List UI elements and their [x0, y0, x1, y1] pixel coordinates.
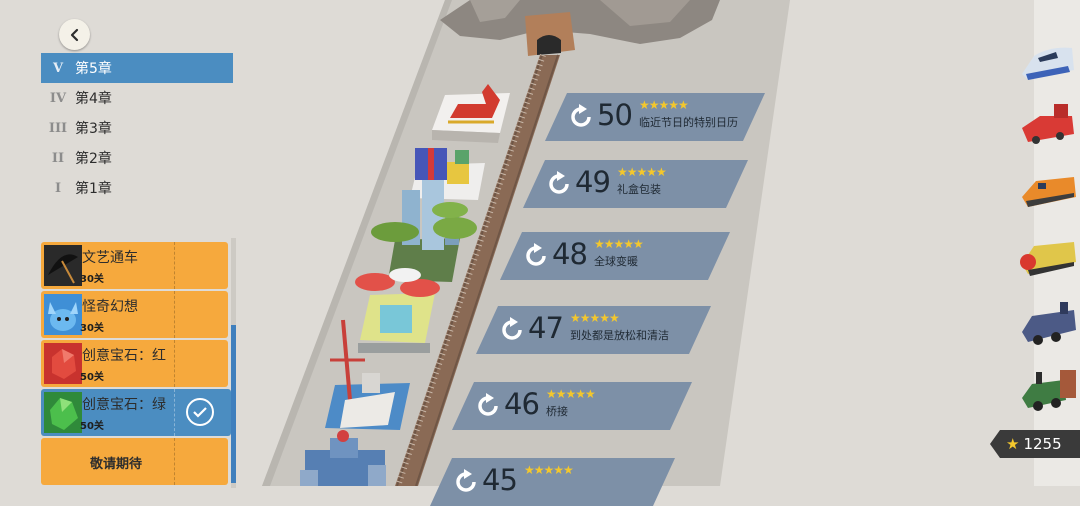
yellow-diesel-icon[interactable]	[1016, 230, 1080, 286]
chapter-list: V 第5章 IV 第4章 III 第3章 II 第2章 I 第1章	[41, 53, 233, 203]
level-number: 46	[504, 387, 539, 421]
level-number: 47	[528, 311, 563, 345]
pack-card[interactable]: 文艺通车 30关	[41, 242, 228, 289]
check-icon	[186, 398, 214, 426]
pack-level-count: 30关	[80, 323, 104, 334]
chapter-numeral: IV	[49, 90, 67, 106]
chapter-numeral: II	[51, 150, 65, 166]
chapter-1[interactable]: I 第1章	[41, 173, 233, 203]
star-total-badge: ★ 1255	[990, 430, 1080, 458]
level-name: 到处都是放松和清洁	[570, 329, 669, 342]
level-number: 49	[575, 165, 610, 199]
chapter-3[interactable]: III 第3章	[41, 113, 233, 143]
replay-arrow-icon	[474, 392, 502, 420]
ticket-divider	[174, 389, 175, 436]
chapter-5[interactable]: V 第5章	[41, 53, 233, 83]
level-banner-48[interactable]: 48 ★★★★★ 全球变暖	[500, 232, 730, 280]
replay-arrow-icon	[545, 170, 573, 198]
back-button[interactable]	[59, 19, 90, 50]
chapter-label: 第2章	[75, 151, 112, 167]
green-steam-icon[interactable]	[1016, 362, 1080, 418]
coming-soon-label: 敬请期待	[89, 457, 142, 472]
bullet-train-icon[interactable]	[1016, 34, 1080, 90]
chapter-numeral: V	[52, 60, 64, 76]
level-name: 临近节日的特别日历	[639, 116, 738, 129]
pack-card-coming-soon: 敬请期待	[41, 438, 228, 485]
ticket-divider	[174, 291, 175, 338]
ticket-divider	[174, 438, 175, 485]
level-name: 礼盒包装	[617, 183, 661, 196]
chapter-numeral: I	[54, 180, 62, 196]
replay-arrow-icon	[567, 103, 595, 131]
pack-name: 创意宝石：红	[82, 348, 166, 364]
ticket-divider	[174, 242, 175, 289]
umbrella-pack-icon	[44, 245, 82, 286]
monster-pack-icon	[44, 294, 82, 335]
level-stars: ★★★★★	[617, 165, 666, 179]
red-locomotive-icon[interactable]	[1016, 96, 1080, 152]
level-banner-46[interactable]: 46 ★★★★★ 桥接	[452, 382, 692, 430]
level-stars: ★★★★★	[524, 463, 573, 477]
scrollbar-thumb[interactable]	[231, 325, 236, 483]
ticket-divider	[174, 340, 175, 387]
chapter-2[interactable]: II 第2章	[41, 143, 233, 173]
chevron-left-icon	[70, 28, 78, 41]
level-name: 全球变暖	[594, 255, 638, 268]
level-number: 45	[482, 463, 517, 497]
level-stars: ★★★★★	[594, 237, 643, 251]
level-banner-49[interactable]: 49 ★★★★★ 礼盒包装	[523, 160, 748, 208]
star-icon: ★	[1006, 435, 1020, 453]
chapter-label: 第4章	[75, 91, 112, 107]
chapter-4[interactable]: IV 第4章	[41, 83, 233, 113]
orange-diesel-icon[interactable]	[1016, 163, 1080, 219]
level-number: 48	[552, 237, 587, 271]
level-stars: ★★★★★	[639, 98, 688, 112]
level-stars: ★★★★★	[546, 387, 595, 401]
green-gem-icon	[44, 392, 82, 433]
blue-steam-icon[interactable]	[1016, 296, 1080, 352]
chapter-numeral: III	[48, 120, 68, 136]
pack-name: 怪奇幻想	[82, 299, 138, 315]
level-banner-50[interactable]: 50 ★★★★★ 临近节日的特别日历	[545, 93, 765, 141]
replay-arrow-icon	[522, 242, 550, 270]
pack-name: 创意宝石：绿	[82, 397, 166, 413]
pack-card-selected[interactable]: 创意宝石：绿 50关	[41, 389, 231, 436]
level-name: 桥接	[546, 405, 568, 418]
level-number: 50	[597, 98, 632, 132]
level-banner-45[interactable]: 45 ★★★★★	[430, 458, 675, 506]
pack-level-count: 50关	[80, 421, 104, 432]
star-total: 1255	[1023, 435, 1062, 453]
red-gem-icon	[44, 343, 82, 384]
level-banner-47[interactable]: 47 ★★★★★ 到处都是放松和清洁	[476, 306, 711, 354]
level-pack-list[interactable]: 文艺通车 30关 怪奇幻想 30关 创意宝石：红 50关 创意宝石：绿 50关 …	[41, 238, 236, 488]
chapter-label: 第1章	[75, 181, 112, 197]
pack-name: 文艺通车	[82, 250, 138, 266]
replay-arrow-icon	[498, 316, 526, 344]
replay-arrow-icon	[452, 468, 480, 496]
pack-level-count: 30关	[80, 274, 104, 285]
chapter-label: 第3章	[75, 121, 112, 137]
pack-card[interactable]: 创意宝石：红 50关	[41, 340, 228, 387]
level-stars: ★★★★★	[570, 311, 619, 325]
pack-card[interactable]: 怪奇幻想 30关	[41, 291, 228, 338]
chapter-label: 第5章	[75, 61, 112, 77]
pack-level-count: 50关	[80, 372, 104, 383]
